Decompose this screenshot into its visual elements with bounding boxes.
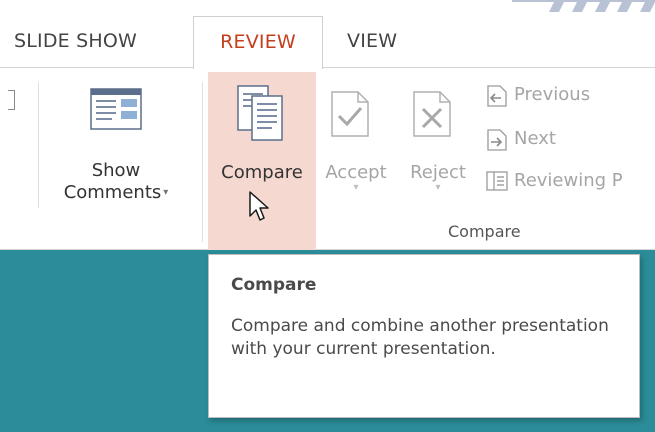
accept-icon — [330, 90, 370, 142]
reviewing-pane-button: Reviewing P — [486, 168, 655, 198]
mouse-pointer-icon — [249, 191, 269, 221]
compare-tooltip: Compare Compare and combine another pres… — [208, 254, 640, 418]
group-separator — [202, 82, 203, 242]
tab-review[interactable]: REVIEW — [193, 16, 323, 69]
ribbon: Show Comments ▾ Compare Accept ▾ Reject … — [0, 68, 655, 250]
dropdown-caret-icon: ▾ — [435, 182, 441, 193]
reject-button: Reject ▾ — [400, 76, 476, 196]
previous-group-edge — [8, 90, 15, 110]
dropdown-caret-icon: ▾ — [353, 182, 359, 193]
tooltip-title: Compare — [231, 275, 317, 295]
next-change-button: Next — [486, 126, 655, 156]
show-comments-icon — [90, 88, 142, 134]
previous-change-button: Previous — [486, 82, 655, 112]
top-strip — [0, 0, 655, 16]
next-change-icon — [486, 128, 508, 157]
tab-slide-show[interactable]: SLIDE SHOW — [14, 16, 137, 68]
compare-icon — [234, 82, 290, 148]
accept-label: Accept — [325, 162, 387, 183]
reject-icon — [412, 90, 452, 142]
tab-view[interactable]: VIEW — [347, 16, 397, 68]
next-label: Next — [514, 128, 556, 149]
tooltip-description: Compare and combine another presentation… — [231, 316, 609, 359]
group-separator — [38, 82, 39, 208]
reviewing-pane-icon — [486, 170, 508, 197]
ribbon-tab-bar: SLIDE SHOW REVIEW VIEW — [0, 16, 655, 69]
previous-label: Previous — [514, 84, 591, 105]
show-comments-label-line1: Show — [91, 160, 141, 181]
compare-button[interactable]: Compare — [208, 72, 316, 250]
reviewing-pane-label: Reviewing P — [514, 170, 623, 191]
reject-label: Reject — [410, 162, 466, 183]
accept-button: Accept ▾ — [316, 76, 396, 196]
banner-fragment — [512, 0, 655, 12]
previous-change-icon — [486, 84, 508, 113]
show-comments-button[interactable]: Show Comments ▾ — [48, 76, 184, 206]
show-comments-label-line2: Comments ▾ — [63, 182, 169, 203]
compare-label: Compare — [221, 162, 303, 183]
compare-group-label: Compare — [448, 222, 521, 241]
dropdown-caret-icon: ▾ — [163, 187, 169, 198]
